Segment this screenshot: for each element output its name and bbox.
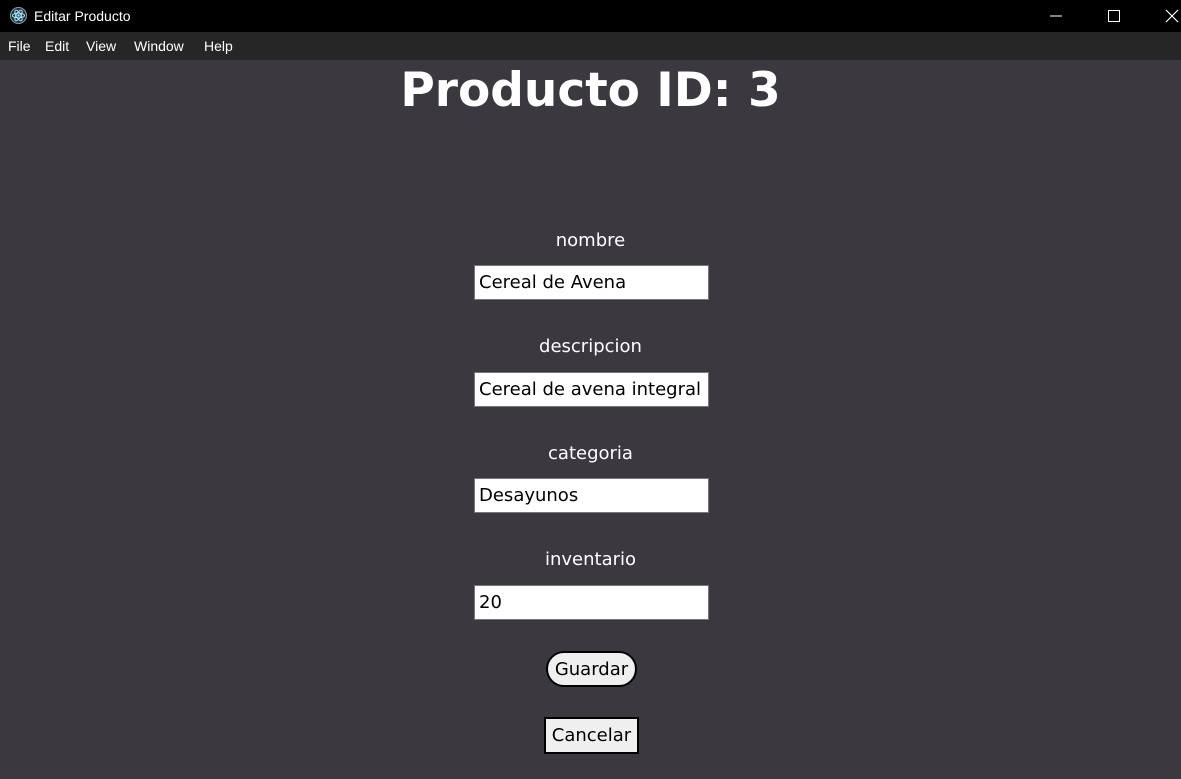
menu-file[interactable]: File: [8, 38, 31, 54]
window-title: Editar Producto: [34, 8, 131, 24]
menu-view[interactable]: View: [86, 38, 116, 54]
menu-edit[interactable]: Edit: [45, 38, 69, 54]
nombre-label: nombre: [555, 230, 626, 251]
cancel-button[interactable]: Cancelar: [544, 717, 639, 754]
title-bar: Editar Producto: [0, 0, 1181, 32]
minimize-button[interactable]: [1033, 0, 1079, 32]
maximize-button[interactable]: [1091, 0, 1137, 32]
save-button[interactable]: Guardar: [546, 651, 637, 687]
nombre-input[interactable]: [474, 265, 709, 300]
categoria-input[interactable]: [474, 478, 709, 513]
close-icon: [1165, 9, 1179, 23]
inventario-input[interactable]: [474, 585, 709, 620]
minimize-icon: [1050, 15, 1062, 17]
menu-help[interactable]: Help: [204, 38, 233, 54]
electron-app-icon: [10, 7, 27, 24]
close-button[interactable]: [1149, 0, 1181, 32]
menu-bar: File Edit View Window Help: [0, 32, 1181, 60]
descripcion-input[interactable]: [474, 372, 709, 407]
categoria-label: categoria: [548, 443, 633, 464]
page-title: Producto ID: 3: [400, 63, 781, 118]
inventario-label: inventario: [544, 549, 637, 570]
maximize-icon: [1108, 10, 1120, 22]
menu-window[interactable]: Window: [134, 38, 184, 54]
descripcion-label: descripcion: [539, 336, 642, 357]
